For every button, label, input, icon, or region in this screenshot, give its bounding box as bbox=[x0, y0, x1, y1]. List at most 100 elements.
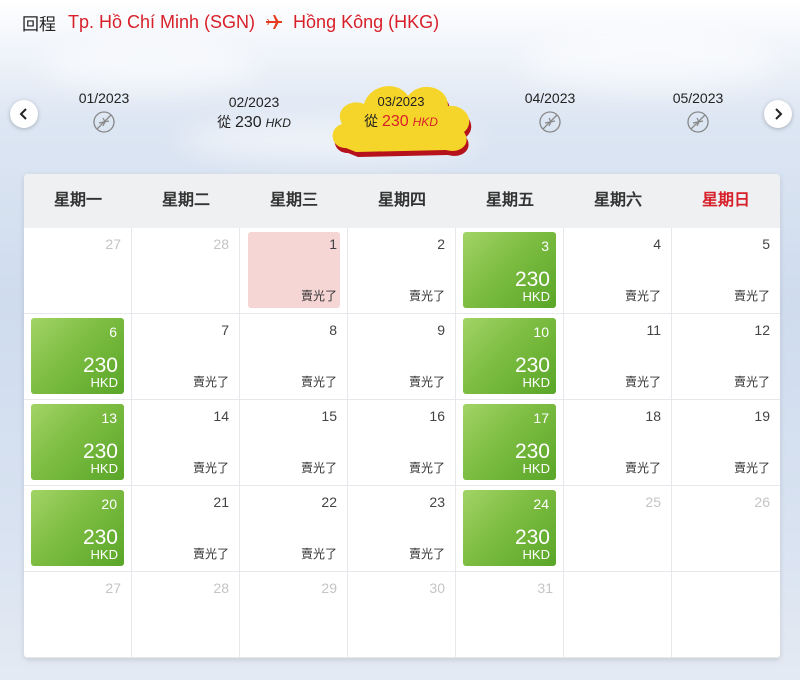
month-label: 05/2023 bbox=[672, 90, 724, 106]
plane-icon bbox=[265, 13, 283, 31]
sold-out-label: 賣光了 bbox=[300, 547, 337, 561]
day-cell: 11 賣光了 bbox=[564, 314, 672, 400]
fare-currency: HKD bbox=[90, 547, 118, 562]
fare-price: 230 bbox=[514, 354, 550, 377]
sold-out-label: 賣光了 bbox=[300, 289, 337, 303]
month-label: 03/2023 bbox=[377, 94, 425, 109]
fare-currency: HKD bbox=[90, 375, 118, 390]
sold-out-label: 賣光了 bbox=[733, 461, 770, 475]
sold-out-label: 賣光了 bbox=[624, 461, 661, 475]
day-cell[interactable]: 6 230 HKD bbox=[24, 314, 132, 400]
fare-price: 230 bbox=[82, 526, 118, 549]
fare-tile[interactable]: 13 230 HKD bbox=[31, 404, 124, 480]
day-cell[interactable]: 3 230 HKD bbox=[456, 228, 564, 314]
fare-price: 230 bbox=[514, 440, 550, 463]
sold-out-label: 賣光了 bbox=[192, 375, 229, 389]
day-cell: 26 bbox=[672, 486, 780, 572]
weekday-tue: 星期二 bbox=[161, 192, 210, 209]
fare-tile[interactable]: 6 230 HKD bbox=[31, 318, 124, 394]
day-cell: 28 bbox=[132, 228, 240, 314]
weekday-thu: 星期四 bbox=[377, 192, 426, 209]
fare-tile[interactable]: 20 230 HKD bbox=[31, 490, 124, 566]
month-price: 從 230 HKD bbox=[364, 113, 438, 130]
weekday-mon: 星期一 bbox=[53, 192, 102, 209]
day-number: 16 bbox=[429, 408, 445, 424]
day-number: 23 bbox=[429, 494, 445, 510]
day-number: 18 bbox=[645, 408, 661, 424]
day-cell: 18 賣光了 bbox=[564, 400, 672, 486]
day-cell: 27 bbox=[24, 228, 132, 314]
sold-out-label: 賣光了 bbox=[624, 289, 661, 303]
day-cell bbox=[564, 572, 672, 658]
fare-currency: HKD bbox=[522, 461, 550, 476]
day-number: 5 bbox=[762, 236, 770, 252]
sold-out-label: 賣光了 bbox=[733, 375, 770, 389]
fare-tile[interactable]: 24 230 HKD bbox=[463, 490, 556, 566]
day-cell[interactable]: 24 230 HKD bbox=[456, 486, 564, 572]
day-number: 22 bbox=[321, 494, 337, 510]
fare-currency: HKD bbox=[522, 547, 550, 562]
weekday-fri: 星期五 bbox=[485, 192, 534, 209]
day-cell[interactable]: 10 230 HKD bbox=[456, 314, 564, 400]
day-number: 30 bbox=[429, 580, 445, 596]
weekday-sat: 星期六 bbox=[593, 192, 642, 209]
day-cell: 30 bbox=[348, 572, 456, 658]
month-2023-02[interactable]: 02/2023 從 230 HKD bbox=[184, 94, 324, 132]
day-number: 19 bbox=[754, 408, 770, 424]
day-number: 8 bbox=[329, 322, 337, 338]
month-2023-04[interactable]: 04/2023 bbox=[480, 90, 620, 139]
sold-out-label: 賣光了 bbox=[733, 289, 770, 303]
route-header: 回程 Tp. Hồ Chí Minh (SGN) Hồng Kông (HKG) bbox=[22, 9, 439, 35]
day-number: 7 bbox=[221, 322, 229, 338]
day-number: 26 bbox=[754, 494, 770, 510]
fare-price: 230 bbox=[514, 268, 550, 291]
day-cell: 9 賣光了 bbox=[348, 314, 456, 400]
day-number: 12 bbox=[754, 322, 770, 338]
sold-out-label: 賣光了 bbox=[408, 461, 445, 475]
day-cell: 12 賣光了 bbox=[672, 314, 780, 400]
weekday-wed: 星期三 bbox=[269, 192, 318, 209]
fare-tile[interactable]: 3 230 HKD bbox=[463, 232, 556, 308]
day-cell[interactable]: 17 230 HKD bbox=[456, 400, 564, 486]
weekday-header: 星期一 星期二 星期三 星期四 星期五 星期六 星期日 bbox=[24, 174, 780, 228]
fare-currency: HKD bbox=[90, 461, 118, 476]
month-selector: 01/2023 02/2023 從 230 HKD 03/2023 從 230 … bbox=[0, 70, 800, 170]
month-label: 04/2023 bbox=[524, 90, 576, 106]
day-number: 29 bbox=[321, 580, 337, 596]
day-cell: 27 bbox=[24, 572, 132, 658]
day-cell: 2 賣光了 bbox=[348, 228, 456, 314]
sold-out-label: 賣光了 bbox=[300, 461, 337, 475]
month-label: 02/2023 bbox=[228, 94, 280, 110]
day-number: 24 bbox=[533, 496, 549, 512]
day-cell: 8 賣光了 bbox=[240, 314, 348, 400]
day-cell: 14 賣光了 bbox=[132, 400, 240, 486]
month-2023-05[interactable]: 05/2023 bbox=[628, 90, 768, 139]
fare-currency: HKD bbox=[522, 289, 550, 304]
fare-price: 230 bbox=[82, 440, 118, 463]
chevron-right-icon bbox=[775, 108, 783, 120]
fare-price: 230 bbox=[82, 354, 118, 377]
day-number: 31 bbox=[537, 580, 553, 596]
day-cell bbox=[672, 572, 780, 658]
day-cell[interactable]: 13 230 HKD bbox=[24, 400, 132, 486]
day-number: 13 bbox=[101, 410, 117, 426]
day-number: 10 bbox=[533, 324, 549, 340]
month-2023-03-selected[interactable]: 03/2023 從 230 HKD bbox=[326, 70, 476, 157]
fare-price: 230 bbox=[514, 526, 550, 549]
sold-out-label: 賣光了 bbox=[192, 461, 229, 475]
day-number: 6 bbox=[109, 324, 117, 340]
day-number: 4 bbox=[653, 236, 661, 252]
day-number: 11 bbox=[646, 322, 661, 338]
day-cell: 16 賣光了 bbox=[348, 400, 456, 486]
fare-tile[interactable]: 10 230 HKD bbox=[463, 318, 556, 394]
fare-currency: HKD bbox=[522, 375, 550, 390]
day-cell: 21 賣光了 bbox=[132, 486, 240, 572]
month-2023-01[interactable]: 01/2023 bbox=[34, 90, 174, 139]
day-cell[interactable]: 20 230 HKD bbox=[24, 486, 132, 572]
day-cell: 28 bbox=[132, 572, 240, 658]
month-label: 01/2023 bbox=[78, 90, 130, 106]
sold-out-label: 賣光了 bbox=[192, 547, 229, 561]
fare-tile[interactable]: 17 230 HKD bbox=[463, 404, 556, 480]
sold-out-label: 賣光了 bbox=[624, 375, 661, 389]
next-month-button[interactable] bbox=[764, 100, 792, 128]
